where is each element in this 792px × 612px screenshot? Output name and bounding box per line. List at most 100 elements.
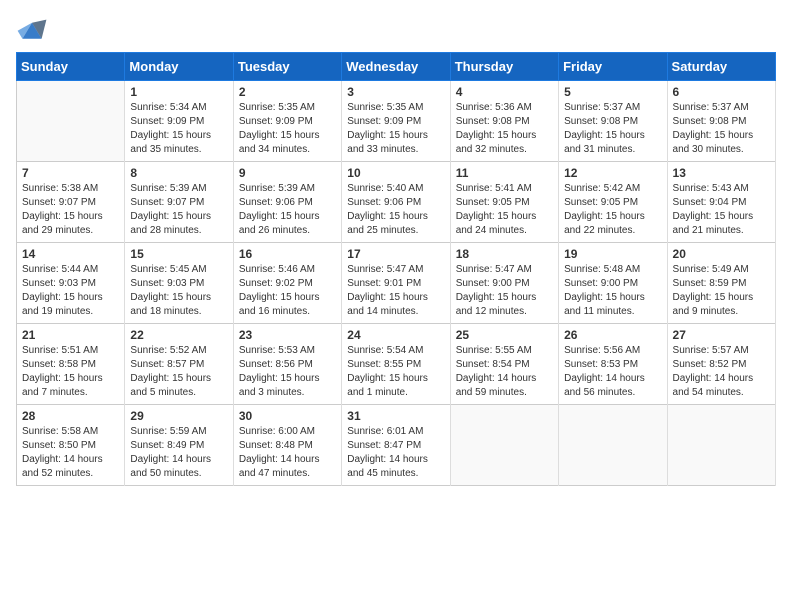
day-number: 8 bbox=[130, 166, 227, 180]
calendar-cell: 15 Sunrise: 5:45 AM Sunset: 9:03 PM Dayli… bbox=[125, 243, 233, 324]
calendar-cell: 18 Sunrise: 5:47 AM Sunset: 9:00 PM Dayli… bbox=[450, 243, 558, 324]
calendar-cell: 9 Sunrise: 5:39 AM Sunset: 9:06 PM Daylig… bbox=[233, 162, 341, 243]
day-detail: Sunrise: 6:00 AM Sunset: 8:48 PM Dayligh… bbox=[239, 425, 336, 481]
day-detail: Sunrise: 5:46 AM Sunset: 9:02 PM Dayligh… bbox=[239, 263, 336, 319]
day-number: 2 bbox=[239, 85, 336, 99]
day-number: 22 bbox=[130, 328, 227, 342]
day-detail: Sunrise: 5:51 AM Sunset: 8:58 PM Dayligh… bbox=[22, 344, 119, 400]
day-detail: Sunrise: 5:39 AM Sunset: 9:07 PM Dayligh… bbox=[130, 182, 227, 238]
day-header-wednesday: Wednesday bbox=[342, 53, 450, 81]
day-detail: Sunrise: 5:40 AM Sunset: 9:06 PM Dayligh… bbox=[347, 182, 444, 238]
day-detail: Sunrise: 5:45 AM Sunset: 9:03 PM Dayligh… bbox=[130, 263, 227, 319]
calendar-cell: 7 Sunrise: 5:38 AM Sunset: 9:07 PM Daylig… bbox=[17, 162, 125, 243]
day-detail: Sunrise: 5:38 AM Sunset: 9:07 PM Dayligh… bbox=[22, 182, 119, 238]
calendar-cell: 10 Sunrise: 5:40 AM Sunset: 9:06 PM Dayli… bbox=[342, 162, 450, 243]
day-detail: Sunrise: 5:37 AM Sunset: 9:08 PM Dayligh… bbox=[673, 101, 770, 157]
day-detail: Sunrise: 5:34 AM Sunset: 9:09 PM Dayligh… bbox=[130, 101, 227, 157]
calendar-cell: 28 Sunrise: 5:58 AM Sunset: 8:50 PM Dayli… bbox=[17, 405, 125, 486]
day-detail: Sunrise: 5:44 AM Sunset: 9:03 PM Dayligh… bbox=[22, 263, 119, 319]
day-number: 26 bbox=[564, 328, 661, 342]
calendar-cell: 8 Sunrise: 5:39 AM Sunset: 9:07 PM Daylig… bbox=[125, 162, 233, 243]
calendar-cell: 3Sunrise: 5:35 AM Sunset: 9:09 PM Daylig… bbox=[342, 81, 450, 162]
day-header-tuesday: Tuesday bbox=[233, 53, 341, 81]
calendar-cell: 19Sunrise: 5:48 AM Sunset: 9:00 PM Dayli… bbox=[559, 243, 667, 324]
day-detail: Sunrise: 5:37 AM Sunset: 9:08 PM Dayligh… bbox=[564, 101, 661, 157]
calendar-cell bbox=[667, 405, 775, 486]
day-number: 29 bbox=[130, 409, 227, 423]
day-number: 14 bbox=[22, 247, 119, 261]
day-number: 4 bbox=[456, 85, 553, 99]
calendar-cell bbox=[17, 81, 125, 162]
day-detail: Sunrise: 5:52 AM Sunset: 8:57 PM Dayligh… bbox=[130, 344, 227, 400]
day-detail: Sunrise: 5:43 AM Sunset: 9:04 PM Dayligh… bbox=[673, 182, 770, 238]
day-detail: Sunrise: 5:55 AM Sunset: 8:54 PM Dayligh… bbox=[456, 344, 553, 400]
calendar-cell: 29 Sunrise: 5:59 AM Sunset: 8:49 PM Dayli… bbox=[125, 405, 233, 486]
day-number: 12 bbox=[564, 166, 661, 180]
calendar-cell: 30 Sunrise: 6:00 AM Sunset: 8:48 PM Dayli… bbox=[233, 405, 341, 486]
day-number: 30 bbox=[239, 409, 336, 423]
day-number: 31 bbox=[347, 409, 444, 423]
day-number: 5 bbox=[564, 85, 661, 99]
day-detail: Sunrise: 5:42 AM Sunset: 9:05 PM Dayligh… bbox=[564, 182, 661, 238]
calendar-cell: 31 Sunrise: 6:01 AM Sunset: 8:47 PM Dayli… bbox=[342, 405, 450, 486]
calendar-cell: 6 Sunrise: 5:37 AM Sunset: 9:08 PM Daylig… bbox=[667, 81, 775, 162]
day-number: 20 bbox=[673, 247, 770, 261]
day-header-friday: Friday bbox=[559, 53, 667, 81]
calendar-cell: 12 Sunrise: 5:42 AM Sunset: 9:05 PM Dayli… bbox=[559, 162, 667, 243]
calendar-cell: 21 Sunrise: 5:51 AM Sunset: 8:58 PM Dayli… bbox=[17, 324, 125, 405]
calendar-cell: 5 Sunrise: 5:37 AM Sunset: 9:08 PM Daylig… bbox=[559, 81, 667, 162]
logo bbox=[16, 16, 52, 44]
day-number: 13 bbox=[673, 166, 770, 180]
calendar-body: 1 Sunrise: 5:34 AM Sunset: 9:09 PM Daylig… bbox=[17, 81, 776, 486]
week-row-2: 7 Sunrise: 5:38 AM Sunset: 9:07 PM Daylig… bbox=[17, 162, 776, 243]
day-detail: Sunrise: 5:41 AM Sunset: 9:05 PM Dayligh… bbox=[456, 182, 553, 238]
day-number: 27 bbox=[673, 328, 770, 342]
calendar-cell: 2 Sunrise: 5:35 AM Sunset: 9:09 PM Daylig… bbox=[233, 81, 341, 162]
day-number: 18 bbox=[456, 247, 553, 261]
day-number: 7 bbox=[22, 166, 119, 180]
day-detail: Sunrise: 5:47 AM Sunset: 9:00 PM Dayligh… bbox=[456, 263, 553, 319]
day-header-thursday: Thursday bbox=[450, 53, 558, 81]
calendar-cell: 4 Sunrise: 5:36 AM Sunset: 9:08 PM Daylig… bbox=[450, 81, 558, 162]
calendar-cell: 20 Sunrise: 5:49 AM Sunset: 8:59 PM Dayli… bbox=[667, 243, 775, 324]
calendar-cell bbox=[450, 405, 558, 486]
logo-icon bbox=[16, 16, 48, 44]
day-number: 21 bbox=[22, 328, 119, 342]
calendar-cell: 25Sunrise: 5:55 AM Sunset: 8:54 PM Dayli… bbox=[450, 324, 558, 405]
day-number: 10 bbox=[347, 166, 444, 180]
calendar-table: SundayMondayTuesdayWednesdayThursdayFrid… bbox=[16, 52, 776, 486]
calendar-cell: 16 Sunrise: 5:46 AM Sunset: 9:02 PM Dayli… bbox=[233, 243, 341, 324]
calendar-header: SundayMondayTuesdayWednesdayThursdayFrid… bbox=[17, 53, 776, 81]
day-detail: Sunrise: 5:58 AM Sunset: 8:50 PM Dayligh… bbox=[22, 425, 119, 481]
day-detail: Sunrise: 5:59 AM Sunset: 8:49 PM Dayligh… bbox=[130, 425, 227, 481]
day-header-sunday: Sunday bbox=[17, 53, 125, 81]
calendar-cell bbox=[559, 405, 667, 486]
day-detail: Sunrise: 5:49 AM Sunset: 8:59 PM Dayligh… bbox=[673, 263, 770, 319]
day-detail: Sunrise: 5:54 AM Sunset: 8:55 PM Dayligh… bbox=[347, 344, 444, 400]
day-detail: Sunrise: 5:35 AM Sunset: 9:09 PM Dayligh… bbox=[347, 101, 444, 157]
week-row-5: 28 Sunrise: 5:58 AM Sunset: 8:50 PM Dayli… bbox=[17, 405, 776, 486]
day-detail: Sunrise: 6:01 AM Sunset: 8:47 PM Dayligh… bbox=[347, 425, 444, 481]
day-number: 1 bbox=[130, 85, 227, 99]
calendar-cell: 14 Sunrise: 5:44 AM Sunset: 9:03 PM Dayli… bbox=[17, 243, 125, 324]
calendar-cell: 24 Sunrise: 5:54 AM Sunset: 8:55 PM Dayli… bbox=[342, 324, 450, 405]
day-detail: Sunrise: 5:39 AM Sunset: 9:06 PM Dayligh… bbox=[239, 182, 336, 238]
day-detail: Sunrise: 5:53 AM Sunset: 8:56 PM Dayligh… bbox=[239, 344, 336, 400]
calendar-cell: 26 Sunrise: 5:56 AM Sunset: 8:53 PM Dayli… bbox=[559, 324, 667, 405]
day-detail: Sunrise: 5:35 AM Sunset: 9:09 PM Dayligh… bbox=[239, 101, 336, 157]
page-header bbox=[16, 16, 776, 44]
day-number: 24 bbox=[347, 328, 444, 342]
day-detail: Sunrise: 5:56 AM Sunset: 8:53 PM Dayligh… bbox=[564, 344, 661, 400]
day-detail: Sunrise: 5:36 AM Sunset: 9:08 PM Dayligh… bbox=[456, 101, 553, 157]
day-number: 28 bbox=[22, 409, 119, 423]
day-number: 6 bbox=[673, 85, 770, 99]
calendar-cell: 23Sunrise: 5:53 AM Sunset: 8:56 PM Dayli… bbox=[233, 324, 341, 405]
day-number: 9 bbox=[239, 166, 336, 180]
day-number: 17 bbox=[347, 247, 444, 261]
day-detail: Sunrise: 5:57 AM Sunset: 8:52 PM Dayligh… bbox=[673, 344, 770, 400]
day-number: 15 bbox=[130, 247, 227, 261]
calendar-cell: 11Sunrise: 5:41 AM Sunset: 9:05 PM Dayli… bbox=[450, 162, 558, 243]
day-number: 16 bbox=[239, 247, 336, 261]
week-row-4: 21 Sunrise: 5:51 AM Sunset: 8:58 PM Dayli… bbox=[17, 324, 776, 405]
day-header-monday: Monday bbox=[125, 53, 233, 81]
